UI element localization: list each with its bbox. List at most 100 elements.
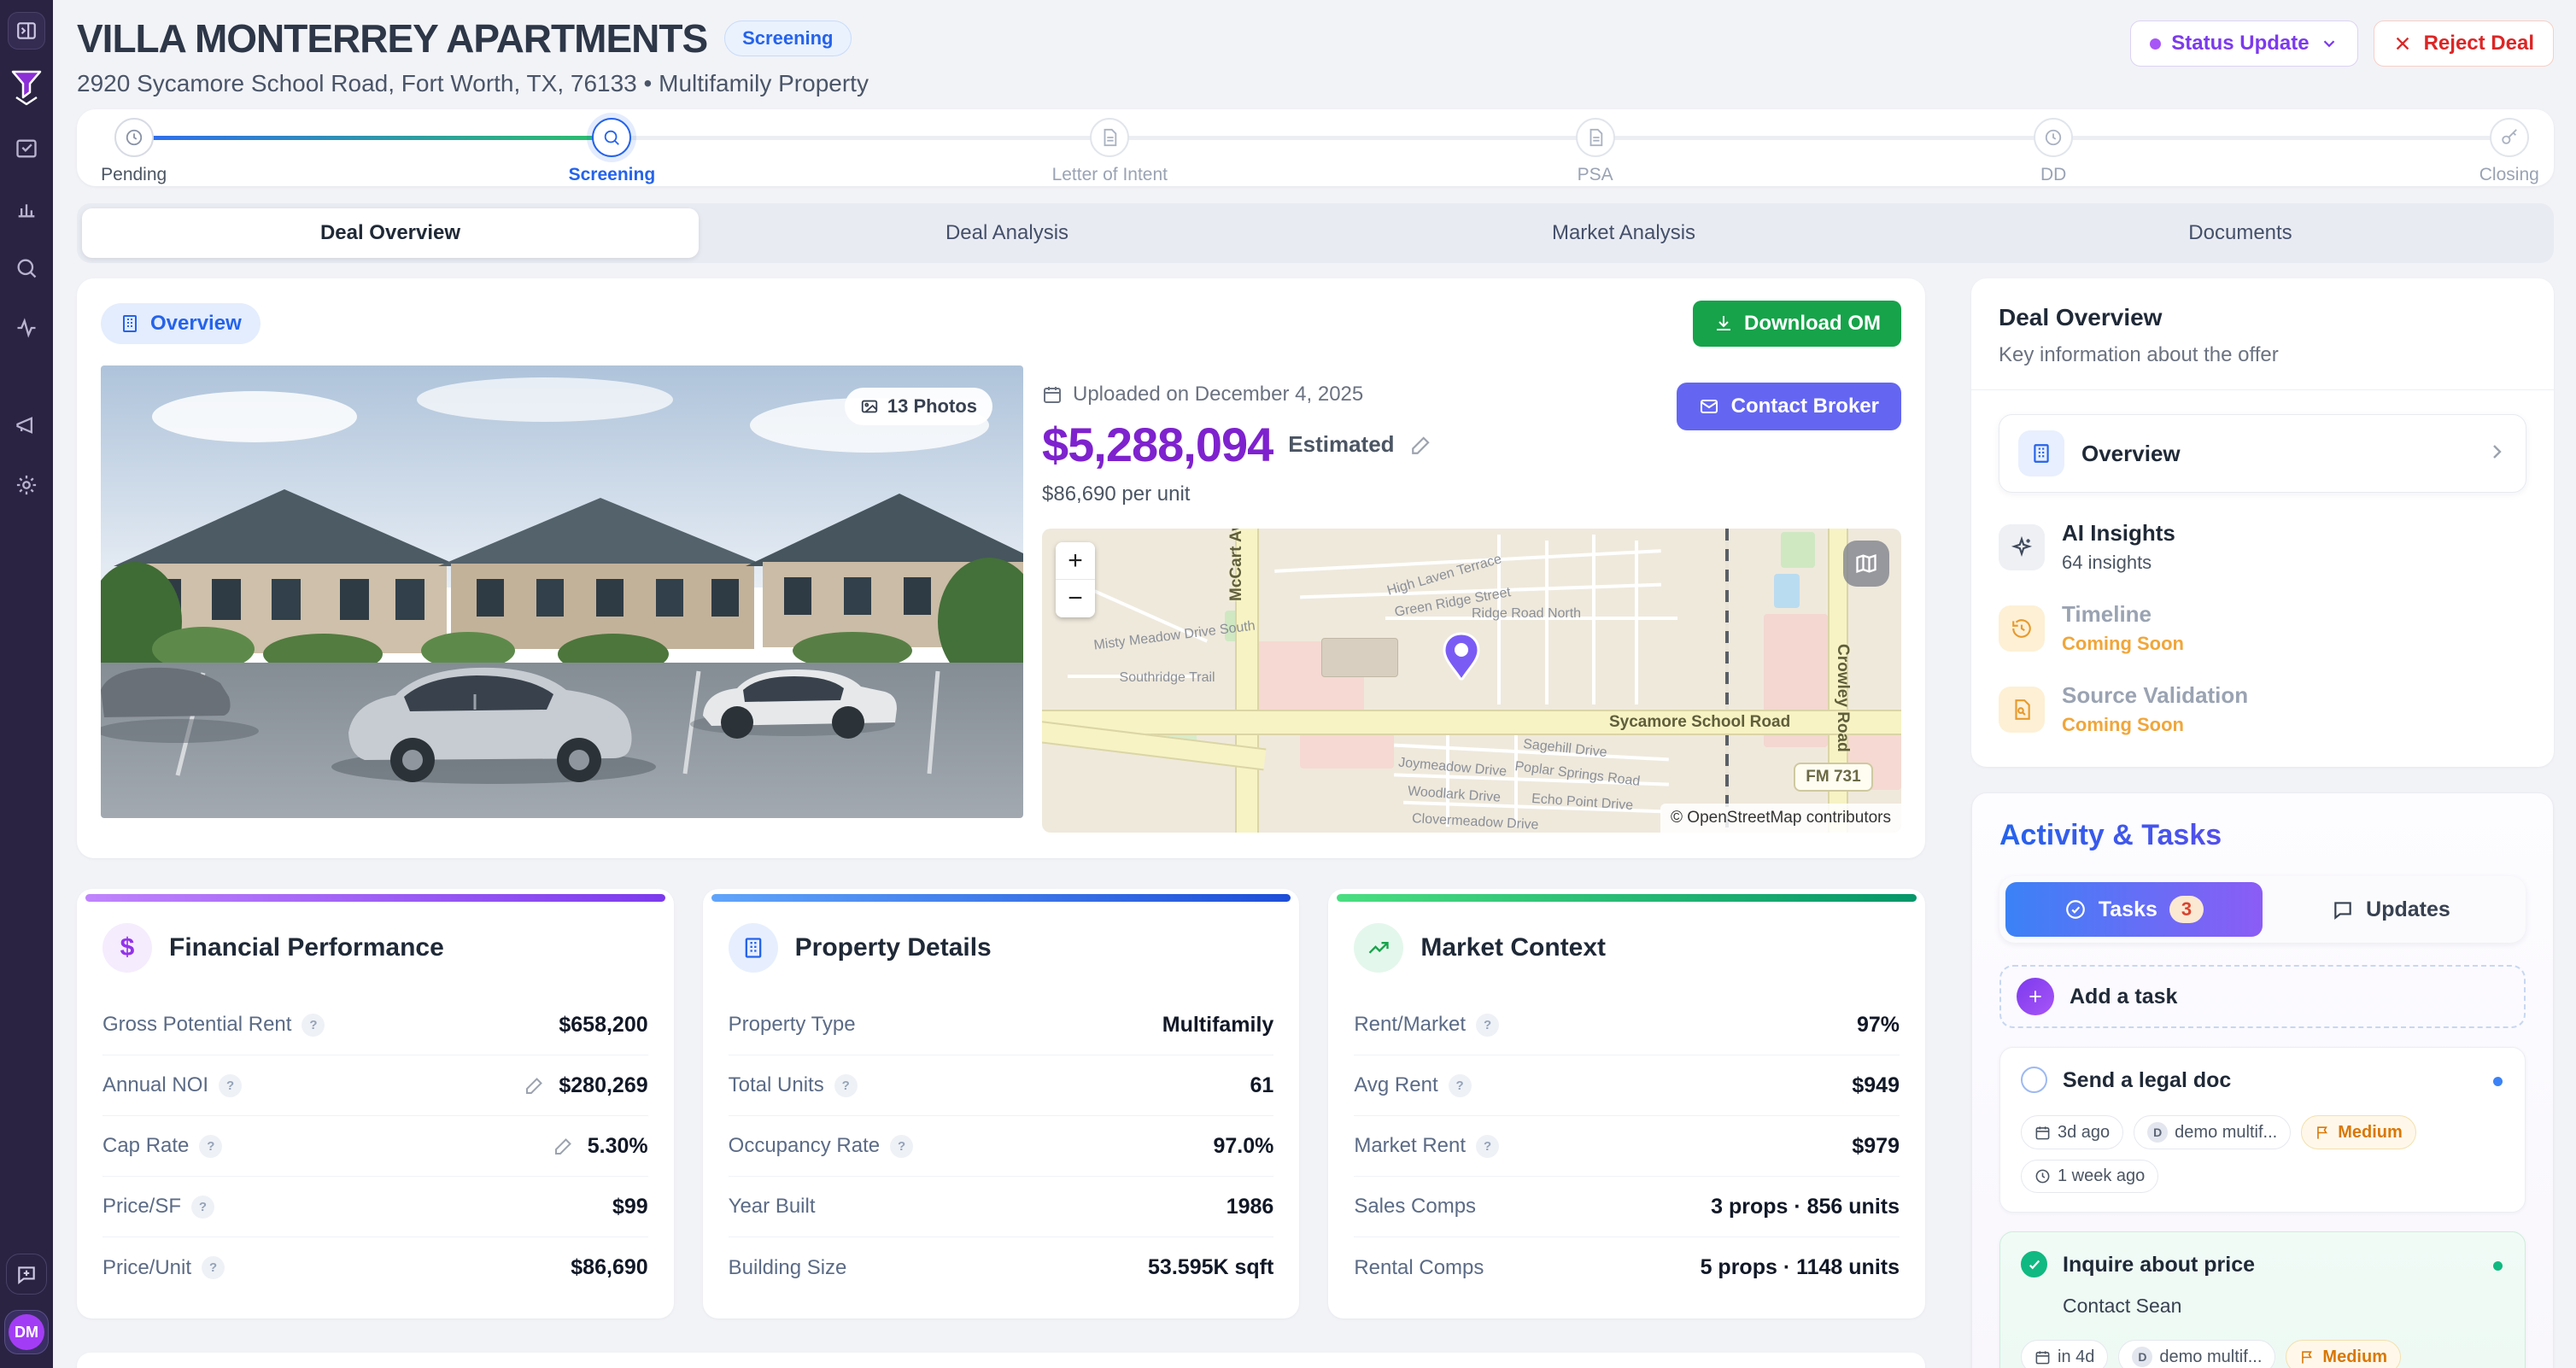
flag-icon [2299,1349,2315,1365]
edit-value-icon[interactable] [553,1136,574,1156]
brand-funnel-logo[interactable] [9,68,44,108]
card-accent-stripe [711,894,1291,902]
metric-row: Market Rent? $979 [1354,1116,1900,1177]
building-icon [729,923,778,973]
photos-count-badge[interactable]: 13 Photos [845,388,992,425]
map-layers-button[interactable] [1843,541,1889,587]
user-avatar-initials: DM [9,1314,44,1350]
panel-item-source-validation: Source Validation Coming Soon [1999,682,2526,736]
download-om-button[interactable]: Download OM [1693,301,1901,347]
map-attribution[interactable]: © OpenStreetMap contributors [1660,804,1901,833]
metric-row: Building Size 53.595K sqft [729,1237,1274,1298]
map-zone [1300,729,1395,769]
metric-row: Year Built 1986 [729,1177,1274,1237]
contact-broker-button[interactable]: Contact Broker [1677,383,1901,430]
status-update-button[interactable]: Status Update [2130,20,2357,67]
task-checkbox[interactable] [2021,1067,2047,1093]
help-icon[interactable]: ? [890,1135,913,1158]
map-street [1592,535,1595,704]
tab-documents[interactable]: Documents [1932,208,2549,258]
help-icon[interactable]: ? [1476,1135,1499,1158]
map-street-label: Southridge Trail [1120,670,1215,686]
card-title: Market Context [1420,933,1606,962]
help-icon[interactable]: ? [199,1135,222,1158]
tasks-updates-toggle: Tasks 3 Updates [1999,876,2526,943]
panel-item-overview[interactable]: Overview [1999,414,2526,493]
sidebar-settings-icon[interactable] [8,466,45,504]
main-area: VILLA MONTERREY APARTMENTS Screening 292… [53,0,2576,1368]
metric-row: Price/SF? $99 [102,1177,648,1237]
overview-section: Overview Download OM [77,278,1925,858]
map-street-label: Ridge Road North [1472,606,1581,622]
document-icon [1576,118,1615,157]
stepper-step-screening[interactable]: Screening [518,118,705,185]
property-photo[interactable]: 13 Photos [101,365,1023,818]
document-icon [1090,118,1129,157]
left-sidebar: DM [0,0,53,1368]
right-sidebar-column: Deal Overview Key information about the … [1971,278,2554,1368]
task-checkbox-checked[interactable] [2021,1251,2047,1277]
help-icon[interactable]: ? [834,1074,858,1097]
location-map[interactable]: High Laven Terrace Green Ridge Street Ri… [1042,529,1901,833]
uploaded-date: Uploaded on December 4, 2025 [1042,383,1432,406]
help-icon[interactable]: ? [219,1074,242,1097]
map-street [1545,541,1549,704]
tab-market-analysis[interactable]: Market Analysis [1315,208,1932,258]
edit-price-icon[interactable] [1410,434,1432,456]
sidebar-activity-icon[interactable] [8,309,45,347]
property-details-card: Property Details Property Type Multifami… [703,889,1300,1318]
priority-badge: Medium [2301,1115,2416,1149]
map-zoom-out-button[interactable]: − [1056,580,1095,617]
help-icon[interactable]: ? [1476,1014,1499,1037]
metric-row: Property Type Multifamily [729,995,1274,1055]
tasks-tab[interactable]: Tasks 3 [2005,882,2263,937]
map-building [1321,638,1399,677]
stepper-step-dd[interactable]: DD [1959,118,2147,185]
map-street-label: Sagehill Drive [1523,737,1608,761]
stepper-step-pending[interactable]: Pending [40,118,228,185]
metric-row: Occupancy Rate? 97.0% [729,1116,1274,1177]
help-icon[interactable]: ? [202,1256,225,1279]
sidebar-search-icon[interactable] [8,249,45,287]
clock-icon [2034,1168,2051,1184]
user-avatar[interactable]: DM [4,1310,49,1354]
map-marker-pin [1442,632,1481,686]
panel-subtitle: Key information about the offer [1999,343,2526,367]
map-street [1514,729,1518,827]
help-icon[interactable]: ? [302,1014,325,1037]
divider [1971,389,2554,390]
task-card-completed[interactable]: Inquire about price Contact Sean in 4d D… [1999,1231,2526,1368]
map-street-label: Poplar Springs Road [1514,760,1642,791]
tab-deal-overview[interactable]: Deal Overview [82,208,699,258]
updates-tab[interactable]: Updates [2263,882,2520,937]
history-clock-icon [1999,605,2045,652]
reject-deal-button[interactable]: Reject Deal [2374,20,2554,67]
calendar-icon [1042,384,1063,405]
metric-cards-row: $ Financial Performance Gross Potential … [77,889,1925,1318]
stepper-step-loi[interactable]: Letter of Intent [1016,118,1203,185]
sidebar-announcements-icon[interactable] [8,406,45,444]
card-title: Property Details [795,933,992,962]
status-dot-icon [2150,38,2161,50]
panel-item-ai-insights[interactable]: AI Insights 64 insights [1999,520,2526,574]
stepper-step-psa[interactable]: PSA [1502,118,1689,185]
chevron-down-icon [2320,34,2339,53]
tab-deal-analysis[interactable]: Deal Analysis [699,208,1315,258]
add-task-button[interactable]: + Add a task [1999,965,2526,1028]
map-zoom-in-button[interactable]: + [1056,542,1095,580]
stepper-step-closing[interactable]: Closing [2415,118,2576,185]
sidebar-toggle-icon[interactable] [8,12,45,50]
document-search-icon [1999,687,2045,733]
help-icon[interactable]: ? [1449,1074,1472,1097]
page-title: VILLA MONTERREY APARTMENTS [77,15,707,61]
sidebar-analytics-icon[interactable] [8,190,45,227]
edit-value-icon[interactable] [524,1075,545,1096]
check-icon [2027,1257,2042,1272]
new-chat-icon[interactable] [6,1254,47,1295]
help-icon[interactable]: ? [191,1196,214,1219]
task-card[interactable]: Send a legal doc 3d ago D demo multif... [1999,1047,2526,1213]
check-circle-icon [2064,898,2087,921]
brokers-header[interactable]: Brokers (2) [77,1353,1925,1368]
map-road-label-mccart: McCart Avenue [1227,529,1246,601]
task-note: Contact Sean [2063,1295,2504,1318]
